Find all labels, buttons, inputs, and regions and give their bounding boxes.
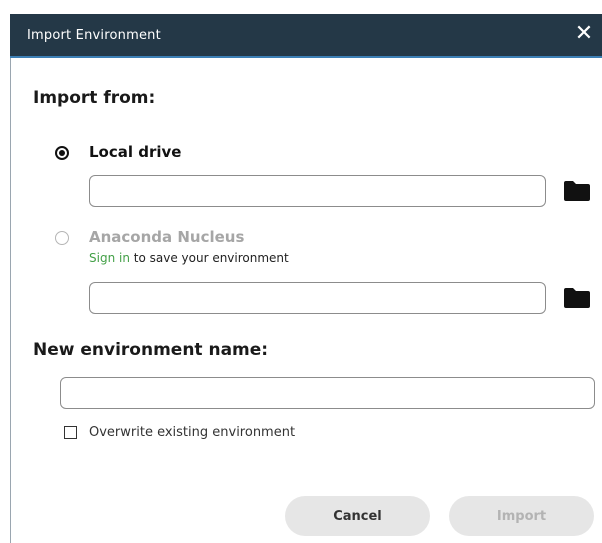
nucleus-folder-icon[interactable]: [563, 287, 591, 309]
local-drive-radio[interactable]: [55, 146, 69, 160]
nucleus-label: Anaconda Nucleus: [89, 228, 245, 246]
overwrite-checkbox[interactable]: [64, 426, 77, 439]
dialog-titlebar: Import Environment ✕: [10, 14, 602, 58]
import-button[interactable]: Import: [449, 496, 594, 536]
cancel-button[interactable]: Cancel: [285, 496, 430, 536]
new-environment-heading: New environment name:: [33, 340, 269, 360]
sign-in-hint-text: to save your environment: [129, 251, 289, 265]
import-environment-dialog: Import Environment ✕ Import from: Local …: [0, 0, 602, 543]
local-drive-folder-icon[interactable]: [563, 180, 591, 202]
dialog-title: Import Environment: [27, 28, 161, 43]
nucleus-radio[interactable]: [55, 231, 69, 245]
local-drive-label: Local drive: [89, 143, 182, 161]
nucleus-path-input[interactable]: [89, 282, 546, 314]
dialog-left-border: [10, 58, 11, 543]
environment-name-input[interactable]: [60, 377, 595, 409]
close-icon[interactable]: ✕: [572, 22, 596, 46]
local-drive-path-input[interactable]: [89, 175, 546, 207]
nucleus-sign-in-hint: Sign in to save your environment: [89, 251, 289, 265]
sign-in-link[interactable]: Sign in: [89, 251, 130, 265]
import-from-heading: Import from:: [33, 88, 156, 108]
overwrite-label: Overwrite existing environment: [89, 425, 296, 440]
